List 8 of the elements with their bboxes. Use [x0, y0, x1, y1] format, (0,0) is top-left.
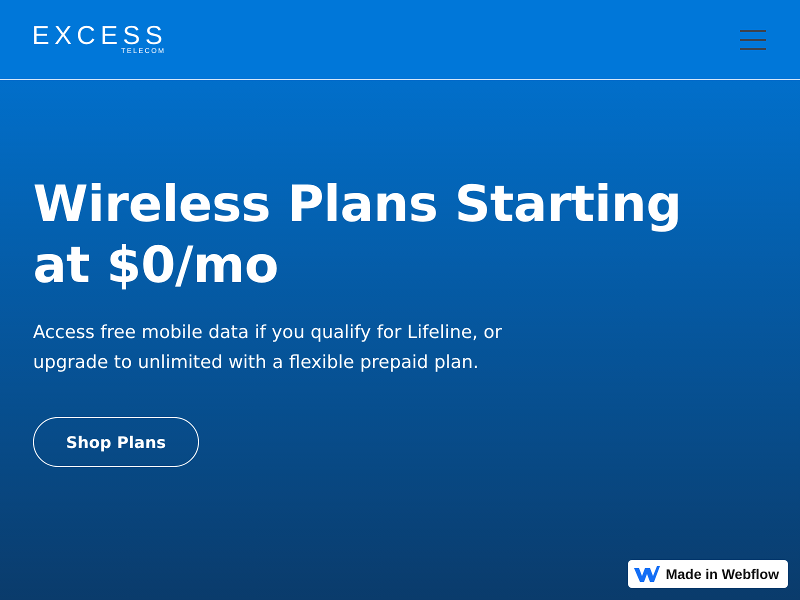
hero-subtitle: Access free mobile data if you qualify for Lifeline, or upgrade to unlimited with a flexible prepaid plan. [33, 321, 503, 375]
badge-label: Made in Webflow [666, 566, 779, 582]
shop-plans-button[interactable]: Shop Plans [33, 417, 199, 467]
webflow-badge[interactable]: Made in Webflow [628, 560, 788, 588]
logo-wordmark[interactable]: EXCESS [32, 22, 168, 48]
logo-icon [634, 566, 660, 582]
hero-heading: Wireless Plans Starting at $0/mo [33, 174, 682, 296]
menu-button[interactable] [740, 30, 766, 50]
